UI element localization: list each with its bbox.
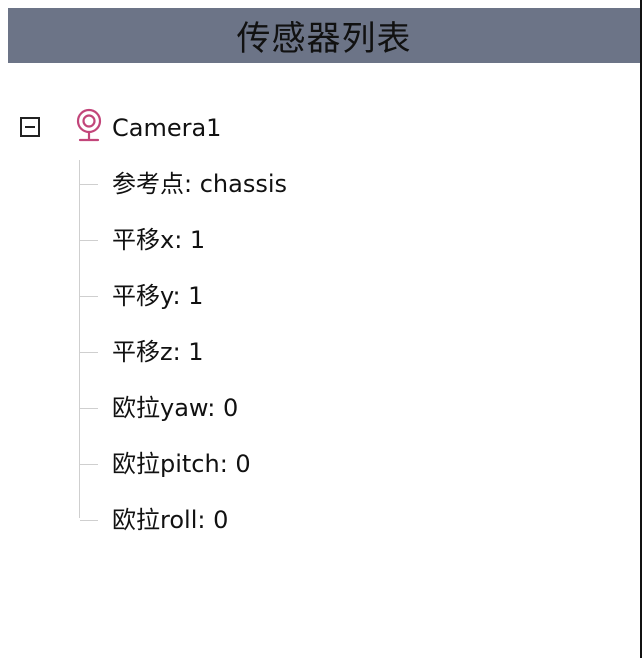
tree-branch-line bbox=[80, 352, 98, 353]
tree-leaf-label: 平移z: 1 bbox=[112, 338, 204, 366]
tree-leaf-reference-point[interactable]: 参考点: chassis bbox=[80, 156, 600, 212]
tree-leaf-translate-x[interactable]: 平移x: 1 bbox=[80, 212, 600, 268]
tree-leaf-label: 欧拉yaw: 0 bbox=[112, 394, 239, 422]
collapse-toggle-icon[interactable] bbox=[20, 117, 40, 137]
tree-leaf-euler-yaw[interactable]: 欧拉yaw: 0 bbox=[80, 380, 600, 436]
tree-branch-line bbox=[80, 464, 98, 465]
tree-node-camera1[interactable]: Camera1 bbox=[0, 100, 600, 156]
panel-title: 传感器列表 bbox=[236, 19, 412, 59]
tree-leaf-euler-roll[interactable]: 欧拉roll: 0 bbox=[80, 492, 600, 548]
tree-leaf-translate-z[interactable]: 平移z: 1 bbox=[80, 324, 600, 380]
tree-branch-line bbox=[80, 184, 98, 185]
tree-branch-line bbox=[80, 520, 98, 521]
panel-header: 传感器列表 bbox=[8, 8, 640, 63]
tree-leaf-label: 平移x: 1 bbox=[112, 226, 206, 254]
tree-leaf-label: 平移y: 1 bbox=[112, 282, 204, 310]
tree-leaf-label: 欧拉pitch: 0 bbox=[112, 450, 251, 478]
tree-leaf-euler-pitch[interactable]: 欧拉pitch: 0 bbox=[80, 436, 600, 492]
panel-divider bbox=[640, 0, 642, 658]
tree-node-label: Camera1 bbox=[112, 114, 222, 142]
tree-leaf-translate-y[interactable]: 平移y: 1 bbox=[80, 268, 600, 324]
tree-leaf-label: 欧拉roll: 0 bbox=[112, 506, 229, 534]
tree-branch-line bbox=[80, 408, 98, 409]
sensor-list-panel: 传感器列表 Camera1 参考点: chassis 平移x: 1 平移y: 1 bbox=[0, 0, 644, 658]
tree-leaf-label: 参考点: chassis bbox=[112, 170, 288, 198]
tree-branch-line bbox=[80, 296, 98, 297]
camera-icon bbox=[76, 108, 102, 142]
tree-branch-line bbox=[80, 240, 98, 241]
